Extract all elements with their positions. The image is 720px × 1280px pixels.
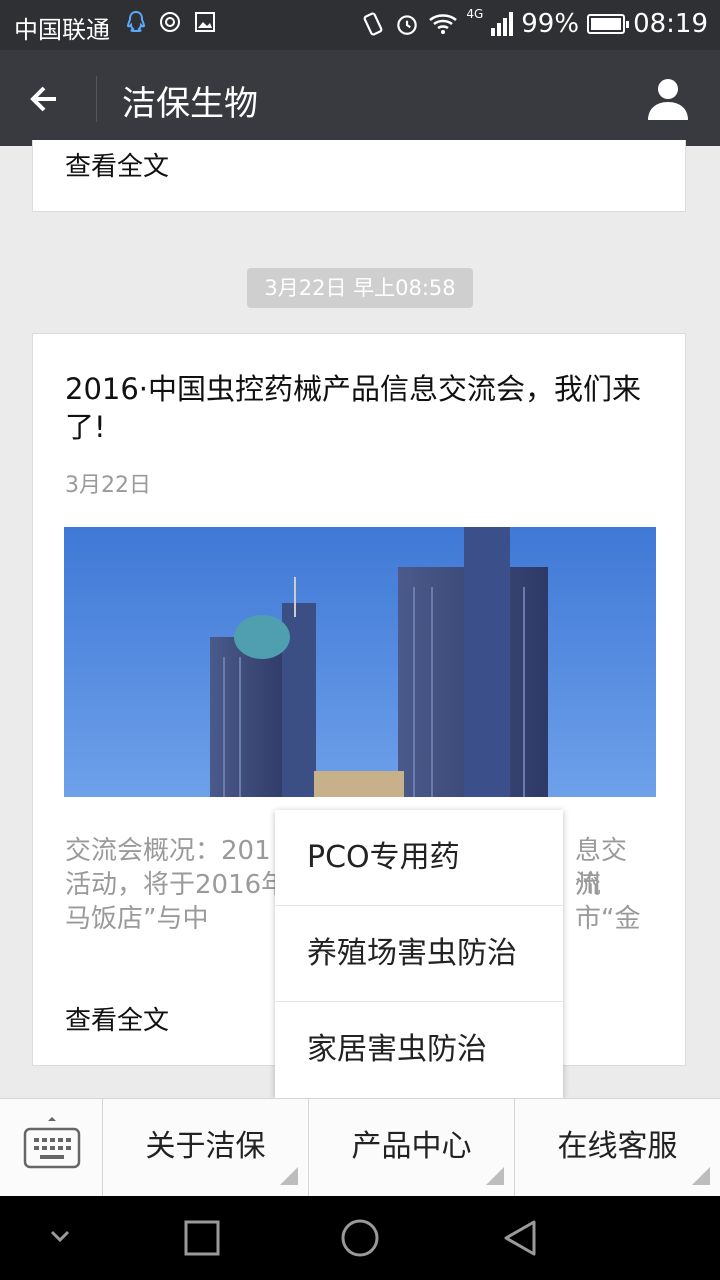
- clock: 08:19: [633, 9, 708, 39]
- read-all-link[interactable]: 查看全文: [65, 1000, 169, 1037]
- eye-icon: [160, 12, 180, 32]
- network-label: 4G: [466, 7, 484, 21]
- signal-icon: [491, 12, 514, 36]
- status-bar: 中国联通 4G 99% 08:19: [0, 0, 720, 50]
- system-nav-bar: [0, 1196, 720, 1280]
- tab-about[interactable]: 关于洁保: [103, 1099, 309, 1197]
- battery-icon: [587, 14, 630, 34]
- summary-line2-right: 州市“金: [575, 870, 641, 934]
- menu-item-farm-pest[interactable]: 养殖场害虫防治: [275, 906, 563, 1002]
- nav-bar: 洁保生物: [0, 50, 720, 146]
- qq-icon: [126, 10, 146, 32]
- battery-percent: 99%: [521, 9, 580, 39]
- summary-line1-left: 交流会概况：201: [65, 836, 271, 866]
- tab-products[interactable]: 产品中心: [309, 1099, 515, 1197]
- hide-nav-chevron-icon[interactable]: [46, 1216, 74, 1260]
- tab-service[interactable]: 在线客服: [515, 1099, 720, 1197]
- read-all-link[interactable]: 查看全文: [65, 146, 169, 183]
- account-title: 洁保生物: [122, 84, 258, 124]
- user-profile-icon[interactable]: [644, 74, 692, 122]
- submenu-indicator-icon: [692, 1167, 710, 1185]
- previous-article-card[interactable]: 查看全文: [32, 140, 686, 212]
- menu-item-home-pest[interactable]: 家居害虫防治: [275, 1002, 563, 1098]
- back-triangle-icon[interactable]: [498, 1216, 542, 1260]
- back-arrow-icon[interactable]: [26, 76, 72, 122]
- article-cover-image[interactable]: [64, 527, 656, 797]
- recent-apps-icon[interactable]: [180, 1216, 224, 1260]
- alarm-icon: [397, 15, 418, 35]
- bottom-menu-bar: 关于洁保 产品中心 在线客服: [0, 1098, 720, 1197]
- image-icon: [195, 12, 215, 32]
- wifi-icon: [429, 14, 458, 34]
- product-submenu: PCO专用药 养殖场害虫防治 家居害虫防治: [275, 810, 563, 1098]
- article-date: 3月22日: [65, 473, 151, 498]
- submenu-indicator-icon: [280, 1167, 298, 1185]
- tab-about-label: 关于洁保: [145, 1129, 266, 1164]
- tab-products-label: 产品中心: [351, 1129, 472, 1164]
- menu-item-pco[interactable]: PCO专用药: [275, 810, 563, 906]
- summary-line2-left: 活动，将于2016年: [65, 870, 288, 900]
- home-icon[interactable]: [338, 1216, 382, 1260]
- nav-divider: [96, 76, 97, 122]
- tab-service-label: 在线客服: [557, 1129, 678, 1164]
- submenu-indicator-icon: [486, 1167, 504, 1185]
- keyboard-toggle-button[interactable]: [0, 1099, 103, 1197]
- status-right: 4G 99% 08:19: [360, 7, 708, 39]
- article-title[interactable]: 2016·中国虫控药械产品信息交流会，我们来了!: [65, 370, 645, 446]
- message-timestamp: 3月22日 早上08:58: [247, 268, 473, 308]
- carrier-label: 中国联通: [14, 16, 110, 44]
- vibrate-icon: [363, 12, 383, 36]
- keyboard-icon: [23, 1117, 81, 1169]
